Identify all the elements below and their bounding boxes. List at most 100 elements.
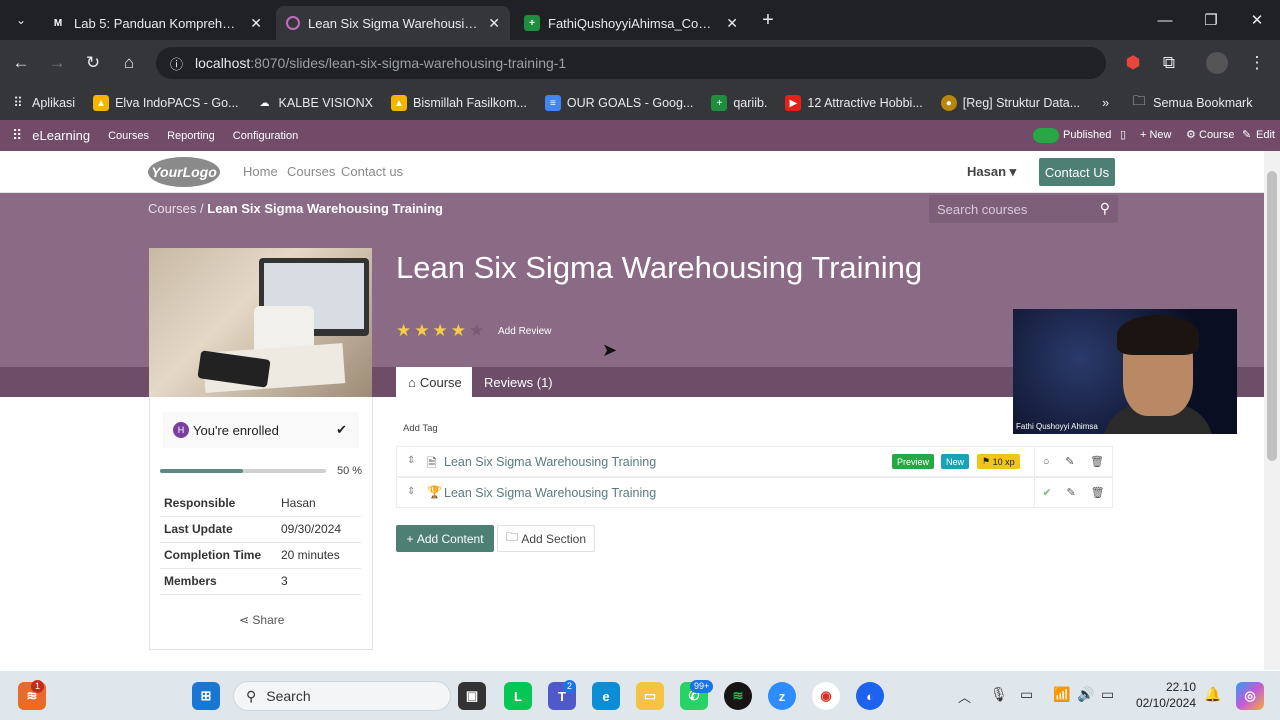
home-icon[interactable]: ⌂ [116,50,142,76]
bookmark-apps[interactable]: ⠿ Aplikasi [10,95,75,111]
content-row[interactable]: ⇕ 🏆 Lean Six Sigma Warehousing Training … [396,477,1113,508]
all-bookmarks[interactable]: 🗀 Semua Bookmark [1131,93,1253,111]
scroll-thumb[interactable] [1267,171,1277,461]
docker-icon[interactable]: ◐ [856,682,884,710]
menu-icon[interactable]: ⋮ [1244,50,1270,76]
edit-button[interactable]: Edit [1256,129,1275,141]
copilot-icon[interactable]: ◎ [1236,682,1264,710]
spotify-icon[interactable]: ≋ [724,682,752,710]
star-icon[interactable]: ★ [469,321,485,340]
drag-handle-icon[interactable]: ⇕ [407,455,415,466]
new-tab-button[interactable]: + [755,7,781,33]
bookmark-item[interactable]: ● [Reg] Struktur Data... [940,95,1080,111]
app-name[interactable]: eLearning [32,128,90,143]
taskbar-search[interactable]: ⚲ Search [233,681,451,711]
tray-chevron-icon[interactable]: ︿ [958,687,971,706]
tab-title: Lab 5: Panduan Komprehensif P [74,15,243,31]
trash-icon[interactable]: 🗑 [1090,455,1104,468]
minimize-icon[interactable]: — [1142,0,1188,40]
add-review-link[interactable]: Add Review [498,326,551,337]
star-icon[interactable]: ★ [414,321,430,340]
add-section-button[interactable]: 🗀 Add Section [497,525,595,552]
circle-icon[interactable]: ○ [1043,456,1050,468]
line-icon[interactable]: L [504,682,532,710]
search-icon[interactable]: ⚲ [1100,200,1110,217]
nav-courses[interactable]: Courses [287,164,335,179]
content-row[interactable]: ⇕ 🗎 Lean Six Sigma Warehousing Training … [396,446,1113,477]
chrome-icon[interactable]: ◉ [812,682,840,710]
tab-course[interactable]: ⌂ Course [396,367,472,398]
app-switcher-icon[interactable]: ⠿ [12,127,22,144]
tab-lean-six-sigma[interactable]: Lean Six Sigma Warehousing Tr ✕ [276,6,510,40]
tab-lab5[interactable]: M Lab 5: Panduan Komprehensif P ✕ [40,6,272,40]
pencil-icon[interactable]: ✎ [1067,486,1076,499]
menu-reporting[interactable]: Reporting [167,130,215,142]
battery-icon[interactable]: ▭ [1101,686,1114,703]
nav-contact[interactable]: Contact us [341,164,403,179]
pencil-icon[interactable]: ✎ [1065,455,1074,468]
tab-reviews[interactable]: Reviews (1) [472,367,565,398]
volume-icon[interactable]: 🔊 [1077,686,1094,703]
back-icon[interactable]: ← [8,50,34,76]
check-icon[interactable]: ✔ [1042,486,1051,499]
mobile-preview-icon[interactable]: ▯ [1120,128,1126,141]
notification-bell-icon[interactable]: 🔔 [1204,686,1221,703]
add-tag-link[interactable]: Add Tag [403,423,438,434]
windows-start-icon[interactable]: ⊞ [192,682,220,710]
close-icon[interactable]: ✕ [726,15,738,32]
add-content-button[interactable]: + Add Content [396,525,494,552]
page-scrollbar[interactable] [1264,151,1280,670]
contact-us-button[interactable]: Contact Us [1039,158,1115,186]
apps-grid-icon: ⠿ [13,95,23,110]
close-icon[interactable]: ✕ [488,15,500,32]
display-icon[interactable]: ▭ [1020,686,1033,703]
cloud-icon: ☁ [259,97,270,109]
star-icon[interactable]: ★ [451,321,467,340]
profile-avatar[interactable] [1206,52,1228,74]
nav-home[interactable]: Home [243,164,278,179]
wifi-icon[interactable]: 📶 [1053,686,1070,703]
bookmark-item[interactable]: ☁ KALBE VISIONX [257,95,373,111]
site-logo[interactable]: YourLogo [148,157,220,187]
close-icon[interactable]: ✕ [250,15,262,32]
rating-stars[interactable]: ★ ★ ★ ★ ★ [396,321,487,341]
published-toggle[interactable] [1033,128,1059,143]
breadcrumb-courses[interactable]: Courses [148,201,196,216]
system-clock[interactable]: 22.10 02/10/2024 [1136,679,1196,711]
microphone-icon[interactable]: 🎙 [990,686,1008,703]
bookmark-item[interactable]: + qariib. [711,95,767,111]
drag-handle-icon[interactable]: ⇕ [407,486,415,497]
star-icon[interactable]: ★ [396,321,412,340]
site-info-icon[interactable]: ⓘ [170,54,183,73]
share-link[interactable]: ⋖ Share [239,613,284,627]
menu-configuration[interactable]: Configuration [233,130,298,142]
bookmark-item[interactable]: ≡ OUR GOALS - Goog... [544,95,693,111]
zoom-icon[interactable]: z [768,682,796,710]
puzzle-icon[interactable]: ⧉ [1156,50,1182,76]
bookmark-item[interactable]: ▶ 12 Attractive Hobbi... [785,95,923,111]
more-bookmarks-icon[interactable]: » [1102,96,1109,110]
tab-sheets[interactable]: + FathiQushoyyiAhimsa_Compete ✕ [514,6,748,40]
restore-icon[interactable]: ❐ [1188,0,1234,40]
extension-icon[interactable]: ⬢ [1120,50,1146,76]
course-button[interactable]: Course [1199,129,1234,141]
search-courses-input[interactable]: Search courses ⚲ [929,195,1118,223]
trash-icon[interactable]: 🗑 [1091,486,1105,499]
menu-courses[interactable]: Courses [108,130,149,142]
edge-icon[interactable]: e [592,682,620,710]
site-icon: ● [940,95,957,111]
content-title[interactable]: Lean Six Sigma Warehousing Training [444,486,656,500]
bookmark-item[interactable]: ▲ Elva IndoPACS - Go... [93,95,239,111]
content-title[interactable]: Lean Six Sigma Warehousing Training [444,455,656,469]
address-bar[interactable]: ⓘ localhost:8070/slides/lean-six-sigma-w… [156,47,1106,79]
bookmark-item[interactable]: ▲ Bismillah Fasilkom... [391,95,527,111]
new-button[interactable]: + New [1140,129,1172,141]
tab-search-icon[interactable]: ⌄ [8,7,34,33]
user-menu[interactable]: Hasan ▾ [967,164,1016,180]
close-window-icon[interactable]: ✕ [1234,0,1280,40]
reload-icon[interactable]: ↻ [80,50,106,76]
task-view-icon[interactable]: ▣ [458,682,486,710]
file-explorer-icon[interactable]: ▭ [636,682,664,710]
forward-icon[interactable]: → [44,50,70,76]
star-icon[interactable]: ★ [433,321,449,340]
